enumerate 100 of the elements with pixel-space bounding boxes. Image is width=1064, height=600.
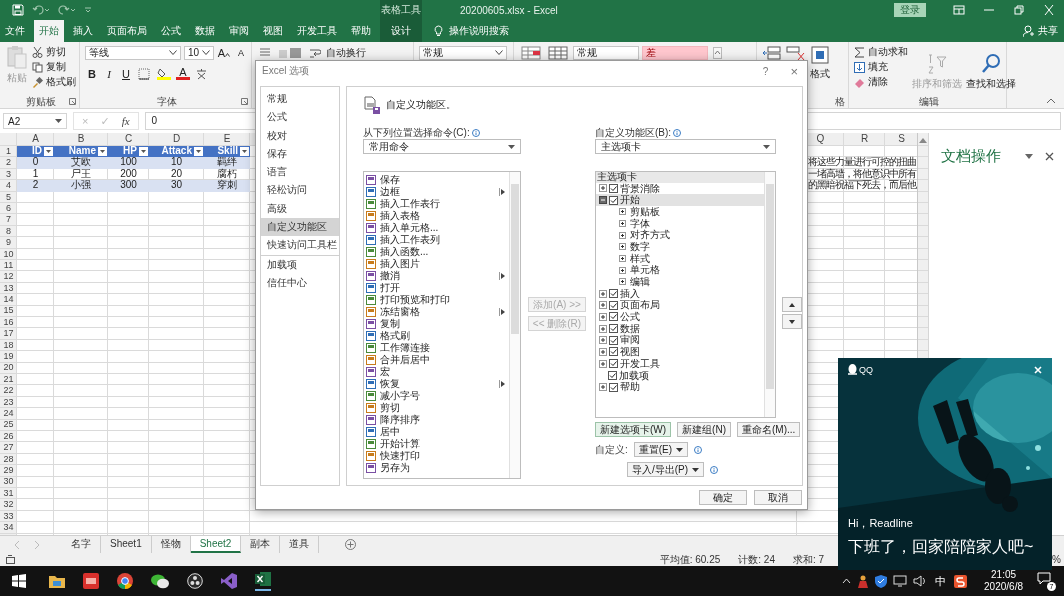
tree-item[interactable]: 字体 [630,217,650,230]
fill-label[interactable]: 填充 [868,60,888,74]
cut-label[interactable]: 剪切 [46,45,66,59]
collapse-ribbon-icon[interactable] [1046,98,1056,104]
save-icon[interactable] [12,4,24,16]
clipboard-icon[interactable] [6,45,27,69]
ribbon-display-icon[interactable] [953,5,965,15]
scrollbar[interactable] [764,172,775,417]
import-export-dropdown-button[interactable]: 导入/导出(P) [627,462,705,477]
row-header[interactable]: 14 [0,294,17,306]
copy-label[interactable]: 复制 [46,60,66,74]
expander-icon[interactable] [619,243,626,251]
command-item[interactable]: 插入工作表列 [380,234,440,246]
expander-icon[interactable] [599,383,607,392]
tree-item[interactable]: 帮助 [620,381,640,393]
row-header[interactable]: 10 [0,248,17,260]
nav-item[interactable]: 常规 [261,90,339,109]
expander-icon[interactable] [599,301,607,310]
zoom-level[interactable]: % [1052,554,1061,565]
command-item[interactable]: 另存为 [380,462,410,474]
command-item[interactable]: 插入工作表行 [380,198,440,210]
spreadsheet-icon[interactable] [255,571,271,591]
fill-down-icon[interactable] [854,61,865,73]
wrap-text-label[interactable]: 自动换行 [326,45,366,60]
column-header[interactable]: A [17,133,54,146]
ribbon-tab[interactable]: 文件 [0,20,30,42]
command-item[interactable]: 撤消 [380,270,400,282]
command-item[interactable]: 打开 [380,282,400,294]
rename-button[interactable]: 重命名(M)... [737,422,801,437]
tree-item[interactable]: 页面布局 [620,299,660,312]
eraser-icon[interactable] [854,76,865,88]
launcher-icon[interactable] [69,98,76,105]
row-header[interactable]: 15 [0,305,17,317]
checkbox[interactable] [609,382,618,392]
format-painter-label[interactable]: 格式刷 [46,75,76,89]
row-header[interactable]: 17 [0,328,17,340]
command-item[interactable]: 插入表格 [380,210,420,222]
expander-icon[interactable] [599,196,607,205]
reset-dropdown-button[interactable]: 重置(E) [633,442,689,457]
checkbox[interactable] [609,347,618,357]
search-icon[interactable] [981,53,1001,75]
close-button[interactable]: × [790,63,798,79]
sheet-tab[interactable]: Sheet2 [190,536,242,553]
copy-icon[interactable] [32,61,43,73]
tree-item[interactable]: 插入 [620,287,640,300]
tree-item[interactable]: 视图 [620,346,640,358]
command-item[interactable]: 插入单元格... [380,222,439,234]
table-grid-icon[interactable] [548,45,568,60]
gallery-up-icon[interactable] [713,46,722,59]
nav-item[interactable]: 公式 [261,108,339,127]
nav-item[interactable]: 高级 [261,199,339,219]
tree-item[interactable]: 开发工具 [620,357,660,370]
underline-button[interactable]: U [119,67,133,80]
bold-button[interactable]: B [85,67,99,80]
style-cell[interactable]: 常规 [573,45,639,60]
ribbon-tab[interactable]: 设计 [380,20,422,42]
delete-cells-icon[interactable] [786,45,806,61]
tree-item[interactable]: 对齐方式 [630,229,670,241]
help-button[interactable]: ? [762,65,769,77]
tree-item[interactable]: 公式 [620,311,640,323]
row-header[interactable]: 22 [0,385,17,397]
scissors-icon[interactable] [32,46,43,58]
command-item[interactable]: 快速打印 [380,450,420,462]
app-tile-icon[interactable] [83,573,99,589]
row-header[interactable]: 32 [0,499,17,511]
expander-icon[interactable] [599,359,607,368]
command-item[interactable]: 打印预览和打印 [380,294,450,306]
row-header[interactable]: 20 [0,362,17,374]
input-method-indicator[interactable]: 中 [935,573,947,589]
row-header[interactable]: 23 [0,396,17,408]
ribbon-logo-icon[interactable] [221,573,237,589]
tree-item[interactable]: 数字 [630,240,650,253]
command-item[interactable]: 恢复 [380,378,400,390]
checkbox[interactable] [609,289,618,299]
checkbox[interactable] [609,312,618,322]
caret-icon[interactable] [1025,154,1033,159]
command-item[interactable]: 插入函数... [380,246,429,258]
network-icon[interactable] [893,575,908,587]
move-up-button[interactable] [782,297,802,312]
clear-label[interactable]: 清除 [868,75,888,89]
share-button[interactable]: 共享 [1038,20,1058,42]
paintbrush-icon[interactable] [32,76,43,88]
command-item[interactable]: 合并后居中 [380,354,430,366]
row-header[interactable]: 25 [0,419,17,431]
command-item[interactable]: 居中 [380,426,400,438]
command-item[interactable]: 剪切 [380,402,400,414]
row-header[interactable]: 24 [0,408,17,420]
person-icon[interactable] [1023,25,1035,37]
restore-icon[interactable] [1013,5,1025,15]
checkbox[interactable] [608,370,617,380]
new-tab-button[interactable]: 新建选项卡(W) [595,422,672,437]
expander-icon[interactable] [619,219,626,227]
ribbon-tab[interactable]: 帮助 [346,20,376,42]
sigma-icon[interactable] [854,46,865,58]
ribbon-tab[interactable]: 数据 [190,20,220,42]
command-item[interactable]: 减小字号 [380,390,420,402]
row-header[interactable]: 18 [0,339,17,352]
chevron-up-icon[interactable] [842,578,852,584]
row-header[interactable]: 1 [0,146,17,158]
expander-icon[interactable] [619,254,626,262]
